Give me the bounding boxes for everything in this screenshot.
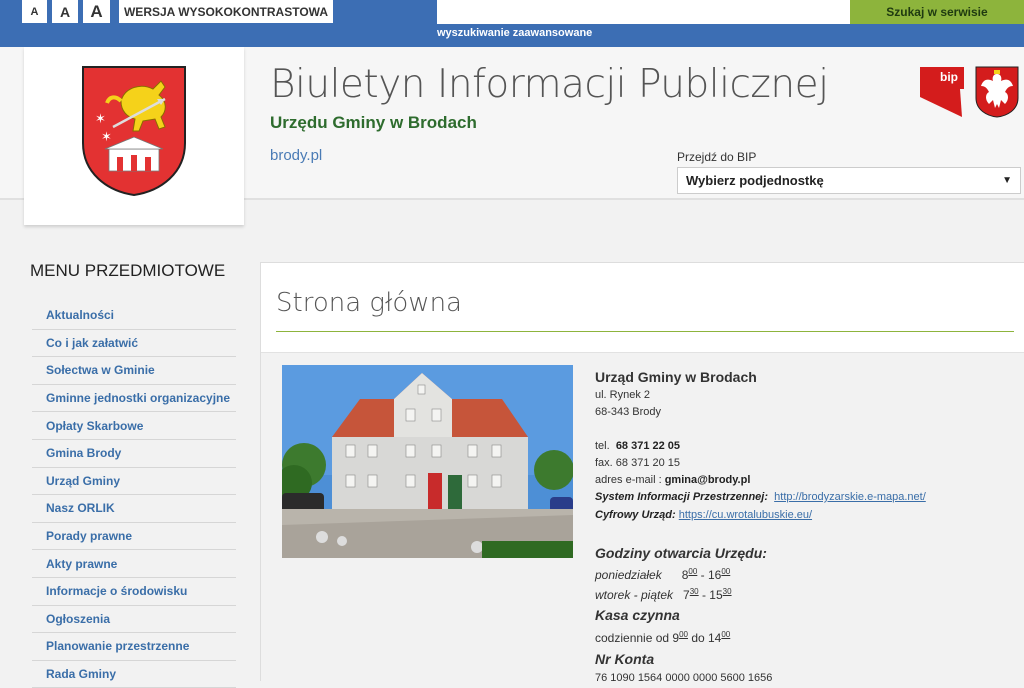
sidebar-item-ogloszenia[interactable]: Ogłoszenia [32,606,236,634]
site-link[interactable]: brody.pl [270,147,322,164]
page-title: Strona główna [276,288,462,318]
sidebar-item-planowanie[interactable]: Planowanie przestrzenne [32,633,236,661]
office-fax: fax. 68 371 20 15 [595,457,681,469]
sip-link[interactable]: http://brodyzarskie.e-mapa.net/ [774,491,926,503]
sip-label: System Informacji Przestrzennej: [595,491,769,503]
subunit-select-value: Wybierz podjednostkę [686,173,824,188]
email-link[interactable]: gmina@brody.pl [665,474,751,486]
svg-text:✶: ✶ [101,130,112,145]
font-size-small-button[interactable]: A [22,0,47,23]
account-number: 76 1090 1564 0000 0000 5600 1656 [595,672,773,684]
sidebar-item-srodowisko[interactable]: Informacje o środowisku [32,578,236,606]
cu-label: Cyfrowy Urząd: [595,509,676,521]
cu-link[interactable]: https://cu.wrotalubuskie.eu/ [679,509,812,521]
sidebar-menu: Aktualności Co i jak załatwić Sołectwa w… [32,302,236,688]
tue-fri-label: wtorek - piątek [595,588,674,602]
caret-down-icon: ▼ [1002,175,1012,186]
polish-eagle-emblem[interactable] [975,66,1019,118]
tue-fri-to-min: 30 [722,587,732,596]
font-size-medium-button[interactable]: A [52,0,78,23]
sidebar-item-porady-prawne[interactable]: Porady prawne [32,523,236,551]
tue-fri-to: - 15 [698,588,723,602]
sidebar-menu-title: MENU PRZEDMIOTOWE [30,261,226,280]
sidebar-item-oplaty-skarbowe[interactable]: Opłaty Skarbowe [32,412,236,440]
sidebar-item-rada-gminy[interactable]: Rada Gminy [32,661,236,688]
bip-logo[interactable]: bip [920,67,964,117]
hours-title: Godziny otwarcia Urzędu: [595,545,767,561]
office-phone: tel. 68 371 22 05 [595,440,680,452]
office-email: adres e-mail : gmina@brody.pl [595,474,750,486]
coat-of-arms-logo[interactable]: ✶ ✶ [81,65,187,197]
phone-label: tel. [595,440,610,452]
advanced-search-link[interactable]: wyszukiwanie zaawansowane [437,27,592,39]
sidebar-item-jednostki[interactable]: Gminne jednostki organizacyjne [32,385,236,413]
sidebar-item-urzad-gminy[interactable]: Urząd Gminy [32,468,236,496]
hours-tue-fri: wtorek - piątek 730 - 1530 [595,587,732,602]
office-street: ul. Rynek 2 [595,389,651,401]
sidebar-item-co-i-jak-zalatwic[interactable]: Co i jak załatwić [32,330,236,358]
cashier-to-min: 00 [721,630,731,639]
office-building-photo [282,365,573,558]
sidebar-item-gmina-brody[interactable]: Gmina Brody [32,440,236,468]
office-name: Urząd Gminy w Brodach [595,369,757,385]
bip-logo-text: bip [940,70,958,84]
search-input[interactable] [437,0,850,24]
sip-row: System Informacji Przestrzennej: http://… [595,491,926,503]
subunit-select[interactable]: Wybierz podjednostkę ▼ [677,167,1021,194]
sidebar-item-akty-prawne[interactable]: Akty prawne [32,550,236,578]
cashier-to: do 14 [687,631,722,645]
page-subtitle: Urzędu Gminy w Brodach [270,113,477,132]
monday-to: - 16 [697,568,722,582]
font-size-large-button[interactable]: A [83,0,110,23]
monday-label: poniedziałek [595,568,662,582]
search-button[interactable]: Szukaj w serwisie [850,0,1024,24]
sidebar-item-solectwa[interactable]: Sołectwa w Gminie [32,357,236,385]
cashier-from: codziennie od 9 [595,631,680,645]
goto-bip-label: Przejdź do BIP [677,150,757,164]
cu-row: Cyfrowy Urząd: https://cu.wrotalubuskie.… [595,509,812,521]
sidebar-item-aktualnosci[interactable]: Aktualności [32,302,236,330]
page-title-main: Biuletyn Informacji Publicznej [270,62,829,107]
crest-box: ✶ ✶ [24,47,244,225]
phone-number: 68 371 22 05 [615,440,681,452]
cashier-hours: codziennie od 900 do 1400 [595,630,730,645]
title-divider [276,331,1014,332]
account-title: Nr Konta [595,651,655,667]
high-contrast-button[interactable]: WERSJA WYSOKOKONTRASTOWA [119,0,333,23]
monday-from-min: 00 [688,567,698,576]
monday-to-min: 00 [721,567,731,576]
cashier-title: Kasa czynna [595,607,680,623]
tue-fri-from-min: 30 [689,587,699,596]
office-city: 68-343 Brody [595,406,662,418]
svg-text:✶: ✶ [95,112,106,127]
tue-fri-from: 7 [683,588,690,602]
email-label: adres e-mail : [595,474,662,486]
cashier-from-min: 00 [679,630,688,639]
sidebar-item-nasz-orlik[interactable]: Nasz ORLIK [32,495,236,523]
hours-monday: poniedziałek 800 - 1600 [595,567,730,582]
